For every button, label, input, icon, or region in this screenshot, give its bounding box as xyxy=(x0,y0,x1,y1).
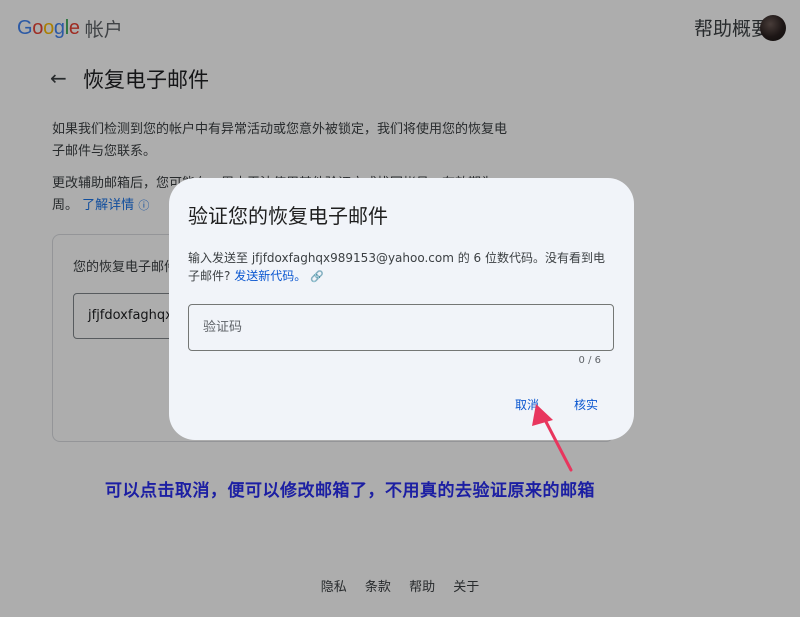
annotation-arrow xyxy=(532,404,573,472)
annotation-text: 可以点击取消，便可以修改邮箱了，不用真的去验证原来的邮箱 xyxy=(105,481,595,501)
